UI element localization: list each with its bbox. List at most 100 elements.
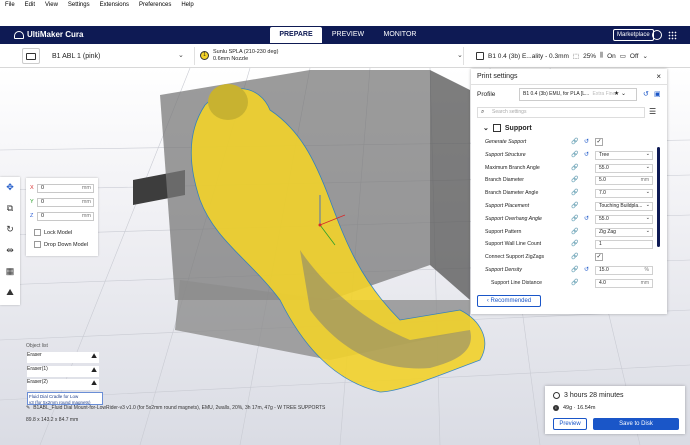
print-setup-summary[interactable]: B1 0.4 (3b) E...ality - 0.3mm ⬚ 25% ⫼ On… (476, 48, 686, 64)
save-icon[interactable]: ▣ (654, 90, 661, 98)
open-file-button[interactable] (22, 48, 40, 64)
setting-select[interactable]: 55.0 (595, 163, 653, 173)
link-icon[interactable]: 🔗 (571, 279, 578, 286)
per-model-settings-icon[interactable]: ▦ (0, 261, 20, 282)
setting-row: Support Wall Line Count 🔗 1 (471, 238, 661, 251)
setting-input[interactable]: 4.0 mm (595, 278, 653, 288)
x-input[interactable]: 0 mm (37, 184, 94, 193)
tab-prepare[interactable]: PREPARE (270, 27, 322, 43)
list-item[interactable]: Eraser ⛰ (27, 352, 99, 363)
setting-checkbox[interactable]: ✓ (595, 253, 603, 262)
y-row: Y 0 mm (30, 198, 98, 208)
list-item[interactable]: Eraser(1) ⛰ (27, 366, 99, 377)
object-name: Eraser (27, 352, 42, 358)
move-tool-icon[interactable]: ✥ (0, 177, 20, 198)
link-icon[interactable]: 🔗 (571, 266, 578, 273)
menu-preferences[interactable]: Preferences (134, 0, 176, 8)
menu-help[interactable]: Help (176, 0, 198, 8)
reset-icon[interactable]: ↺ (584, 266, 589, 273)
setting-select[interactable]: Zig Zag (595, 227, 653, 237)
link-icon[interactable]: 🔗 (571, 138, 578, 145)
close-icon[interactable]: × (656, 72, 661, 81)
preview-button[interactable]: Preview (553, 418, 587, 430)
setting-select[interactable]: 55.0 (595, 214, 653, 224)
setting-input[interactable]: 15.0% (595, 265, 653, 275)
settings-visibility-menu-icon[interactable]: ☰ (649, 107, 656, 116)
reset-icon[interactable]: ↺ (643, 90, 649, 98)
material-selector[interactable]: 1 Sunlu SPLA (210-230 deg) 0.6mm Nozzle … (194, 47, 464, 65)
menu-view[interactable]: View (40, 0, 63, 8)
x-label: X (30, 185, 34, 191)
link-icon[interactable]: 🔗 (571, 151, 578, 158)
reset-icon[interactable]: ↺ (584, 215, 589, 222)
printer-selector[interactable]: B1 ABL 1 (pink) ⌄ (46, 48, 186, 64)
support-icon (492, 124, 501, 132)
setting-label: Support Density (485, 266, 522, 273)
link-icon[interactable]: 🔗 (571, 176, 578, 183)
link-icon[interactable]: 🔗 (571, 228, 578, 235)
setting-select[interactable]: 7.0 (595, 189, 653, 199)
folder-icon (26, 52, 36, 60)
sliders-icon (476, 52, 484, 60)
support-blocker-icon: ⛰ (91, 380, 97, 387)
tab-monitor[interactable]: MONITOR (374, 27, 426, 43)
mirror-tool-icon[interactable]: ⇹ (0, 240, 20, 261)
menu-file[interactable]: File (0, 0, 20, 8)
edit-pencil-icon[interactable]: ✎ (26, 405, 30, 411)
lock-model-row[interactable]: Lock Model (34, 229, 72, 236)
account-avatar-icon[interactable] (652, 30, 662, 40)
info-icon[interactable]: i (553, 405, 559, 411)
reset-icon[interactable]: ↺ (584, 151, 589, 158)
link-icon[interactable]: 🔗 (571, 164, 578, 171)
menu-extensions[interactable]: Extensions (95, 0, 134, 8)
rotate-tool-icon[interactable]: ↻ (0, 219, 20, 240)
search-settings-input[interactable]: ⌕ Search settings (477, 107, 645, 118)
settings-list: Generate Support 🔗 ↺ ✓ Support Structure… (471, 136, 661, 290)
profile-selector[interactable]: B1 0.4 (3b) EMU, for PLA [L... Extra Fin… (519, 88, 637, 101)
z-input[interactable]: 0 mm (37, 212, 94, 221)
setting-input[interactable]: 5.0 mm (595, 176, 653, 186)
settings-scrollbar[interactable] (657, 147, 660, 247)
material-usage: i 49g · 16.54m (553, 405, 595, 411)
setting-value: 15.0 (599, 266, 609, 273)
link-icon[interactable]: 🔗 (571, 240, 578, 247)
scale-tool-icon[interactable]: ⧉ (0, 198, 20, 219)
origin-dot (318, 223, 322, 227)
save-to-disk-button[interactable]: Save to Disk (593, 418, 679, 430)
link-icon[interactable]: 🔗 (571, 189, 578, 196)
drop-down-model-checkbox[interactable] (34, 241, 41, 248)
setting-label: Generate Support (485, 139, 527, 145)
app-name: UltiMaker Cura (27, 30, 84, 39)
selected-object-item[interactable]: Fluid Dial Cradle for Low v3 (for 5x2mm … (27, 392, 103, 405)
recommended-button[interactable]: ‹ Recommended (477, 295, 541, 307)
y-input[interactable]: 0 mm (37, 198, 94, 207)
setting-select[interactable]: Tree (595, 150, 653, 160)
link-icon[interactable]: 🔗 (571, 215, 578, 222)
search-placeholder: Search settings (492, 109, 527, 115)
link-icon[interactable]: 🔗 (571, 202, 578, 209)
menu-edit[interactable]: Edit (20, 0, 40, 8)
setting-row: Support Density 🔗 ↺ 15.0% (471, 264, 661, 277)
support-value: On (607, 52, 616, 60)
marketplace-button[interactable]: Marketplace (613, 29, 654, 41)
support-section-header[interactable]: ⌄ Support (483, 124, 532, 132)
setting-select[interactable]: Touching Buildpla... (595, 201, 653, 211)
menu-settings[interactable]: Settings (63, 0, 95, 8)
link-icon[interactable]: 🔗 (571, 253, 578, 260)
job-name[interactable]: ✎ B1ABL_Fluid Dial Mount-for-LowRider-v3… (26, 405, 325, 411)
tab-preview[interactable]: PREVIEW (322, 27, 374, 43)
support-blocker-icon[interactable]: ⛰ (0, 282, 20, 303)
object-list-title[interactable]: Object list (26, 343, 48, 349)
reset-icon[interactable]: ↺ (584, 138, 589, 145)
print-time: 3 hours 28 minutes (553, 392, 624, 399)
setting-input[interactable]: 1 (595, 240, 653, 250)
drop-down-model-row[interactable]: Drop Down Model (34, 241, 88, 248)
divider (471, 84, 667, 85)
star-icon[interactable]: ★ ⌄ (614, 89, 626, 100)
apps-grid-icon[interactable] (668, 31, 677, 40)
setting-label: Branch Diameter (485, 177, 524, 184)
setting-checkbox[interactable]: ✓ (595, 138, 603, 146)
lock-model-checkbox[interactable] (34, 229, 41, 236)
list-item[interactable]: Eraser(2) ⛰ (27, 379, 99, 390)
section-title: Support (504, 124, 532, 132)
